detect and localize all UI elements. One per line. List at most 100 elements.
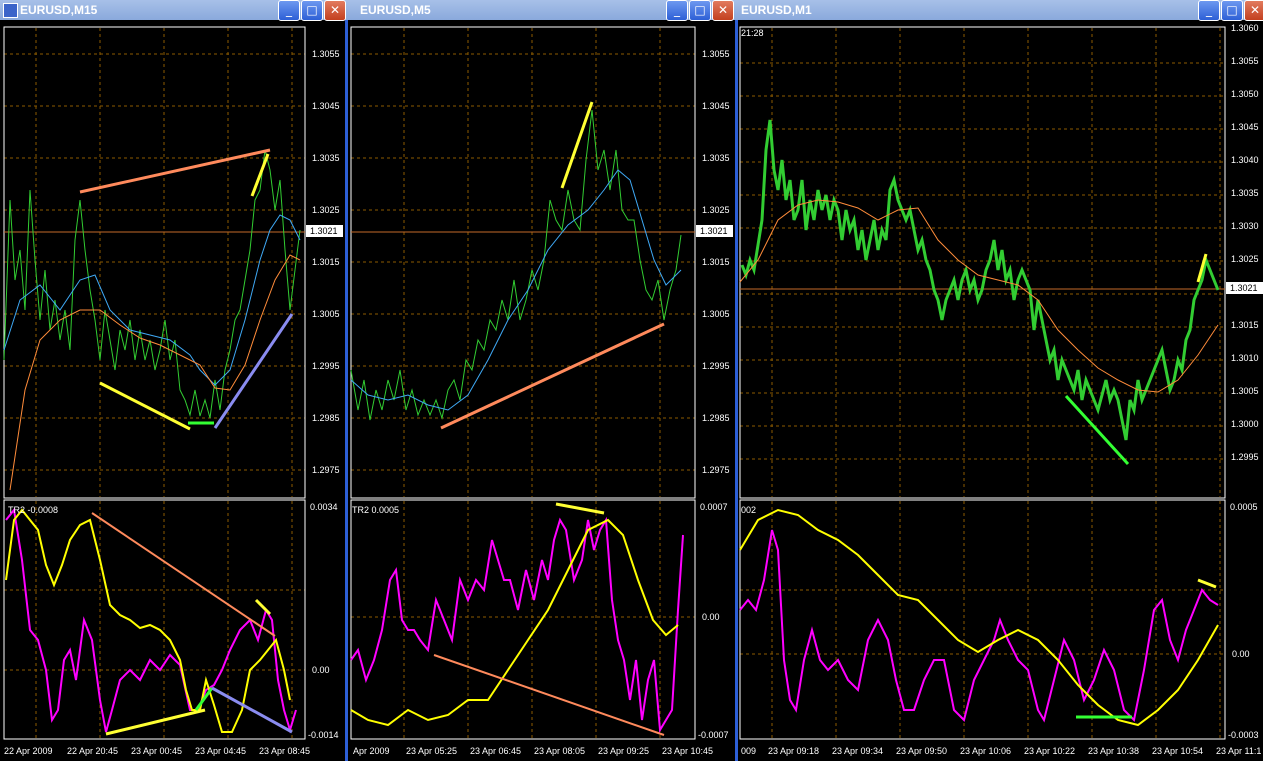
osc-tick: -0.0014 [308, 730, 339, 740]
price-tick: 1.2985 [312, 413, 340, 423]
window-title: EURUSD,M15 [20, 3, 98, 17]
time-tick: Apr 2009 [353, 746, 390, 756]
current-price-label: 1.3021 [700, 226, 728, 236]
price-tick: 1.3000 [1231, 419, 1259, 429]
osc-label: TR2 0.0005 [352, 505, 399, 515]
time-tick: 23 Apr 11:1 [1216, 746, 1261, 756]
chart-area[interactable]: 21:28 1.3060 1.3055 1.3050 1.3045 1.3040… [738, 20, 1263, 761]
osc-tick: 0.0034 [310, 502, 338, 512]
price-tick: 1.3040 [1231, 155, 1259, 165]
minimize-icon[interactable]: _ [1198, 0, 1220, 21]
osc-tick: 0.0005 [1230, 502, 1258, 512]
close-icon[interactable]: ✕ [324, 0, 346, 21]
price-tick: 1.2995 [1231, 452, 1259, 462]
price-tick: 1.2975 [312, 465, 340, 475]
price-tick: 1.3025 [1231, 254, 1259, 264]
trend-line-blue [213, 313, 294, 429]
time-tick: 23 Apr 05:25 [406, 746, 457, 756]
maximize-icon[interactable]: □ [301, 0, 323, 21]
osc-trend-yellow [105, 708, 206, 736]
chart-window-m1[interactable]: EURUSD,M1 _ □ ✕ 21:28 1.3060 1.3055 1.30… [738, 0, 1263, 761]
time-tick: 23 Apr 06:45 [470, 746, 521, 756]
time-tick: 23 Apr 10:45 [662, 746, 713, 756]
time-axis: 22 Apr 2009 22 Apr 20:45 23 Apr 00:45 23… [4, 746, 310, 756]
time-tick: 23 Apr 10:54 [1152, 746, 1203, 756]
price-tick: 1.3055 [1231, 56, 1259, 66]
close-icon[interactable]: ✕ [1244, 0, 1263, 21]
osc-tick: 0.00 [1232, 649, 1250, 659]
price-tick: 1.3035 [312, 153, 340, 163]
price-tick: 1.3015 [702, 257, 730, 267]
time-tick: 23 Apr 04:45 [195, 746, 246, 756]
price-tick: 1.3055 [312, 49, 340, 59]
time-tick: 23 Apr 08:45 [259, 746, 310, 756]
time-tick: 22 Apr 20:45 [67, 746, 118, 756]
price-tick: 1.3010 [1231, 353, 1259, 363]
price-tick: 1.3015 [312, 257, 340, 267]
price-tick: 1.3045 [312, 101, 340, 111]
osc-trend-orange [91, 512, 276, 637]
osc-tick: 0.00 [702, 612, 720, 622]
time-tick: 23 Apr 09:25 [598, 746, 649, 756]
price-axis: 1.3055 1.3045 1.3035 1.3025 1.3015 1.300… [702, 49, 730, 475]
price-tick: 1.3005 [1231, 386, 1259, 396]
title-bar[interactable]: EURUSD,M15 _ □ ✕ [0, 0, 348, 21]
window-title: EURUSD,M5 [360, 3, 431, 17]
chart-area[interactable]: 1.3055 1.3045 1.3035 1.3025 1.3015 1.300… [0, 20, 348, 761]
time-tick: 23 Apr 00:45 [131, 746, 182, 756]
price-axis: 1.3055 1.3045 1.3035 1.3025 1.3015 1.300… [312, 49, 340, 475]
maximize-icon[interactable]: □ [1221, 0, 1243, 21]
osc-trend-yellow [1197, 578, 1217, 589]
chart-window-icon [3, 3, 18, 18]
time-axis: Apr 2009 23 Apr 05:25 23 Apr 06:45 23 Ap… [353, 746, 713, 756]
price-frame [350, 26, 696, 499]
osc-label: TR2 -0.0008 [8, 505, 58, 515]
price-tick: 1.3035 [702, 153, 730, 163]
price-tick: 1.3025 [312, 205, 340, 215]
trend-line-yellow-down [99, 381, 191, 431]
osc-tick: 0.00 [312, 665, 330, 675]
price-tick: 1.2975 [702, 465, 730, 475]
window-title: EURUSD,M1 [741, 3, 812, 17]
price-tick: 1.3005 [312, 309, 340, 319]
price-tick: 1.3005 [702, 309, 730, 319]
minimize-icon[interactable]: _ [666, 0, 688, 21]
osc-trend-yellow [555, 502, 605, 515]
osc-main-series [350, 516, 684, 734]
price-series [740, 119, 1220, 441]
price-tick: 1.3025 [702, 205, 730, 215]
time-tick: 23 Apr 09:50 [896, 746, 947, 756]
close-icon[interactable]: ✕ [712, 0, 734, 21]
chart-window-m15[interactable]: EURUSD,M15 _ □ ✕ 1.3055 1.3045 1.3035 1.… [0, 0, 348, 761]
price-tick: 1.3050 [1231, 89, 1259, 99]
title-bar[interactable]: EURUSD,M5 _ □ ✕ [348, 0, 738, 21]
chart-area[interactable]: 1.3055 1.3045 1.3035 1.3025 1.3015 1.300… [348, 20, 738, 761]
time-tick: 23 Apr 08:05 [534, 746, 585, 756]
time-tick: 009 [741, 746, 756, 756]
osc-tick: -0.0007 [698, 730, 729, 740]
osc-axis: 0.0005 0.00 -0.0003 [1228, 502, 1259, 740]
price-frame [739, 26, 1226, 499]
trend-line-resistance [79, 148, 271, 194]
time-tick: 23 Apr 10:22 [1024, 746, 1075, 756]
price-grid [351, 28, 695, 497]
price-axis: 1.3060 1.3055 1.3050 1.3045 1.3040 1.303… [1231, 23, 1259, 462]
corner-label: 21:28 [741, 28, 764, 38]
price-tick: 1.2995 [312, 361, 340, 371]
time-axis: 009 23 Apr 09:18 23 Apr 09:34 23 Apr 09:… [741, 746, 1261, 756]
minimize-icon[interactable]: _ [278, 0, 300, 21]
osc-trend-yellow-short [254, 598, 272, 616]
chart-window-m5[interactable]: EURUSD,M5 _ □ ✕ 1.3055 1.3045 1.3035 1.3… [348, 0, 738, 761]
osc-signal-series [739, 508, 1219, 727]
trend-line-orange [440, 322, 665, 430]
osc-tick: -0.0003 [1228, 730, 1259, 740]
time-tick: 23 Apr 09:34 [832, 746, 883, 756]
ma-slow-series [9, 254, 301, 491]
title-bar[interactable]: EURUSD,M1 _ □ ✕ [738, 0, 1263, 21]
time-tick: 23 Apr 10:06 [960, 746, 1011, 756]
price-tick: 1.2995 [702, 361, 730, 371]
maximize-icon[interactable]: □ [689, 0, 711, 21]
osc-axis: 0.0007 0.00 -0.0007 [698, 502, 729, 740]
price-tick: 1.3015 [1231, 320, 1259, 330]
osc-main-series [739, 529, 1219, 723]
